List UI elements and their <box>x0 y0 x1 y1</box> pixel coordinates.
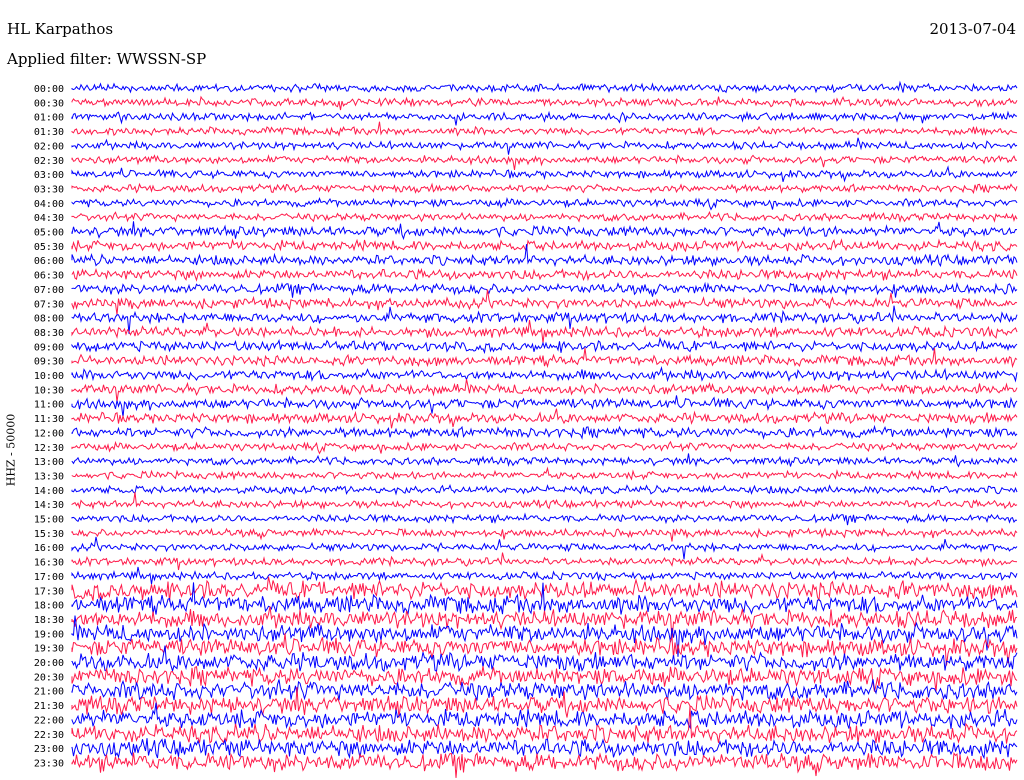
row-label: 07:30 <box>34 299 64 310</box>
row-label: 05:30 <box>34 242 64 253</box>
trace-line <box>71 606 1018 641</box>
row-label: 19:00 <box>34 629 64 640</box>
row-label: 22:00 <box>34 715 64 726</box>
row-label: 10:00 <box>34 371 64 382</box>
trace-line <box>71 440 1018 455</box>
trace-line <box>71 576 1018 602</box>
trace-line <box>71 645 1018 673</box>
trace-line <box>71 210 1018 224</box>
trace-line <box>71 221 1018 241</box>
helicorder-plot: 00:00 00:30 01:00 01:30 02:00 02:30 03:00 03:30… <box>34 80 1018 778</box>
trace-line <box>71 536 1018 560</box>
row-label: 00:00 <box>34 84 64 95</box>
row-label: 15:00 <box>34 515 64 526</box>
row-label: 13:00 <box>34 457 64 468</box>
trace-line <box>71 137 1018 155</box>
row-label: 13:30 <box>34 471 64 482</box>
row-label: 02:30 <box>34 156 64 167</box>
row-label: 12:30 <box>34 443 64 454</box>
row-label: 17:30 <box>34 586 64 597</box>
row-label: 06:30 <box>34 271 64 282</box>
trace-line <box>71 154 1017 170</box>
trace-line <box>71 395 1018 418</box>
trace-line <box>71 453 1018 468</box>
row-label: 04:00 <box>34 199 64 210</box>
row-label: 21:00 <box>34 687 64 698</box>
row-label: 19:30 <box>34 644 64 655</box>
trace-line <box>71 466 1018 481</box>
trace-line <box>71 182 1018 195</box>
trace-line <box>71 281 1018 298</box>
row-label: 03:30 <box>34 184 64 195</box>
row-label: 20:30 <box>34 672 64 683</box>
trace-line <box>71 80 1018 94</box>
trace-line <box>71 702 1018 730</box>
trace-line <box>71 95 1018 111</box>
trace-line <box>71 424 1018 440</box>
row-label: 01:30 <box>34 127 64 138</box>
row-label: 23:00 <box>34 744 64 755</box>
trace-line <box>71 110 1018 126</box>
row-label: 23:30 <box>34 758 64 769</box>
trace-line <box>71 121 1018 137</box>
row-label: 02:00 <box>34 141 64 152</box>
row-label: 12:00 <box>34 428 64 439</box>
trace-line <box>71 196 1018 211</box>
row-label: 04:30 <box>34 213 64 224</box>
trace-line <box>71 527 1018 542</box>
row-label: 20:00 <box>34 658 64 669</box>
trace-line <box>71 566 1018 585</box>
trace-line <box>71 582 1018 616</box>
row-label: 00:30 <box>34 98 64 109</box>
row-label: 11:30 <box>34 414 64 425</box>
trace-line <box>71 347 1018 369</box>
row-label: 05:00 <box>34 228 64 239</box>
row-label: 16:00 <box>34 543 64 554</box>
trace-line <box>71 483 1018 496</box>
trace-line <box>71 552 1018 571</box>
trace-line <box>71 408 1018 429</box>
row-label: 14:30 <box>34 500 64 511</box>
row-label: 03:00 <box>34 170 64 181</box>
trace-line <box>71 320 1018 344</box>
trace-line <box>71 165 1018 183</box>
trace-line <box>71 492 1018 511</box>
trace-line <box>71 267 1018 282</box>
row-label: 14:00 <box>34 486 64 497</box>
row-label: 18:00 <box>34 601 64 612</box>
trace-line <box>71 379 1018 402</box>
trace-line <box>71 305 1018 334</box>
trace-line <box>71 238 1018 253</box>
row-label: 08:30 <box>34 328 64 339</box>
trace-line <box>71 512 1018 526</box>
row-label: 06:00 <box>34 256 64 267</box>
trace-line <box>71 751 1018 778</box>
row-label: 10:30 <box>34 385 64 396</box>
row-label: 18:30 <box>34 615 64 626</box>
row-label: 07:00 <box>34 285 64 296</box>
trace-line <box>71 366 1018 383</box>
row-label: 09:00 <box>34 342 64 353</box>
row-label: 22:30 <box>34 730 64 741</box>
row-label: 11:00 <box>34 400 64 411</box>
row-label: 16:30 <box>34 558 64 569</box>
row-label: 21:30 <box>34 701 64 712</box>
row-label: 08:00 <box>34 314 64 325</box>
row-label: 09:30 <box>34 357 64 368</box>
row-label: 17:00 <box>34 572 64 583</box>
trace-line <box>71 705 1018 745</box>
trace-line <box>71 336 1018 355</box>
row-label: 01:00 <box>34 113 64 124</box>
trace-line <box>71 289 1018 315</box>
row-label: 15:30 <box>34 529 64 540</box>
